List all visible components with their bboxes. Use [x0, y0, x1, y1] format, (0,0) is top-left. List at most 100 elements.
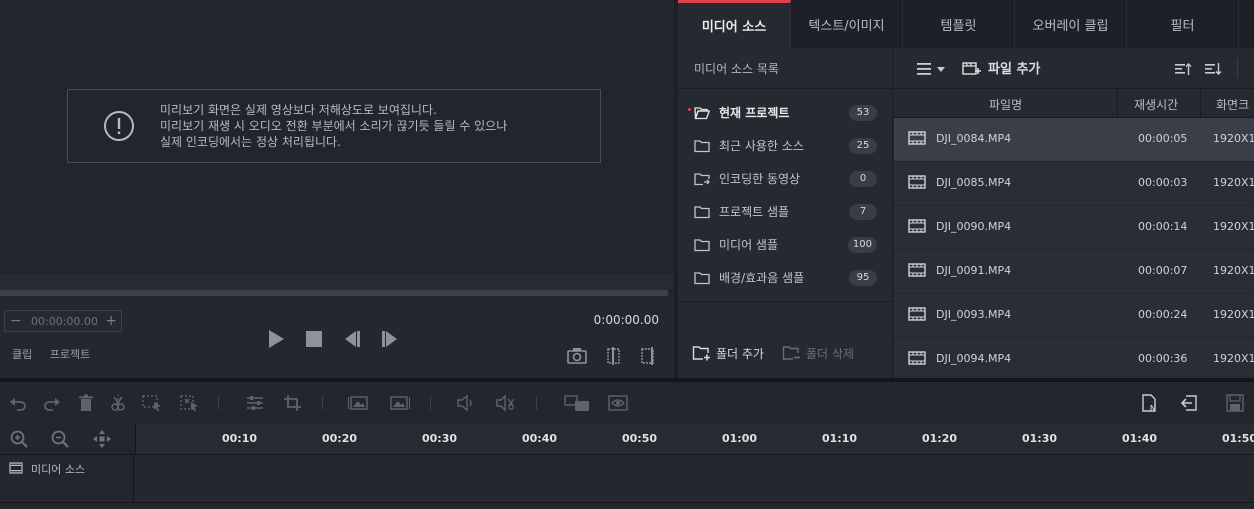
- save-icon[interactable]: [1225, 394, 1245, 412]
- undo-icon[interactable]: [8, 394, 28, 412]
- transition-icon[interactable]: [564, 394, 592, 412]
- track-header[interactable]: 미디어 소스: [0, 455, 134, 503]
- cut-icon[interactable]: [108, 394, 128, 412]
- file-duration: 00:00:05: [1138, 132, 1188, 145]
- camera-icon[interactable]: [566, 346, 588, 366]
- tab-overlay-clip[interactable]: 오버레이 클립: [1015, 0, 1127, 48]
- deselect-icon[interactable]: [180, 394, 200, 412]
- folder-label: 미디어 샘플: [719, 238, 779, 252]
- column-header-filename[interactable]: 파일명: [989, 96, 1022, 113]
- folder-item-project-samples[interactable]: 프로젝트 샘플 7: [678, 195, 893, 228]
- split-left-icon[interactable]: [602, 346, 624, 366]
- folder-item-media-samples[interactable]: 미디어 샘플 100: [678, 228, 893, 261]
- file-resolution: 1920X10: [1213, 308, 1254, 321]
- count-badge: 100: [847, 237, 877, 253]
- table-row[interactable]: DJI_0093.MP4 00:00:24 1920X10: [894, 294, 1254, 338]
- folder-remove-icon: [782, 346, 800, 360]
- redo-icon[interactable]: [42, 394, 62, 412]
- preview-eye-icon[interactable]: [608, 394, 628, 412]
- count-badge: 53: [849, 105, 877, 121]
- tab-project[interactable]: 프로젝트: [50, 348, 90, 361]
- ruler-tick-label: 01:30: [1022, 432, 1058, 445]
- column-divider[interactable]: [1200, 89, 1201, 119]
- column-header-duration[interactable]: 재생시간: [1134, 96, 1178, 113]
- next-frame-icon[interactable]: [380, 329, 400, 349]
- file-resolution: 1920X10: [1213, 176, 1254, 189]
- timecode-stepper[interactable]: − 00:00:00.00 +: [4, 310, 122, 332]
- time-ruler[interactable]: 00:10 00:20 00:30 00:40 00:50 01:00 01:1…: [135, 424, 1254, 454]
- select-region-icon[interactable]: [142, 394, 162, 412]
- split-right-icon[interactable]: [638, 346, 660, 366]
- table-row[interactable]: DJI_0084.MP4 00:00:05 1920X10: [894, 118, 1254, 162]
- previous-frame-icon[interactable]: [342, 329, 362, 349]
- folder-open-icon: [694, 106, 710, 119]
- play-icon[interactable]: [266, 329, 286, 349]
- tab-template[interactable]: 템플릿: [903, 0, 1015, 48]
- folder-item-recent-sources[interactable]: 최근 사용한 소스 25: [678, 129, 893, 162]
- fit-timeline-icon[interactable]: [93, 430, 111, 448]
- insert-image-icon[interactable]: [348, 394, 368, 412]
- trash-icon[interactable]: [76, 394, 96, 412]
- table-row[interactable]: DJI_0091.MP4 00:00:07 1920X10: [894, 250, 1254, 294]
- stop-icon[interactable]: [304, 329, 324, 349]
- timecode-decrement-button[interactable]: −: [10, 313, 22, 329]
- folder-item-current-project[interactable]: 현재 프로젝트 53: [678, 96, 893, 129]
- replace-image-icon[interactable]: [390, 394, 410, 412]
- folder-item-background-sfx-samples[interactable]: 배경/효과음 샘플 95: [678, 261, 893, 294]
- sort-ascending-icon[interactable]: [1174, 61, 1192, 77]
- preview-controls: − 00:00:00.00 + 0:00:00.00 클립 프로젝트: [0, 296, 674, 378]
- preview-strip: [0, 274, 674, 290]
- notice-line: 미리보기 재생 시 오디오 전환 부분에서 소리가 끊기듯 들릴 수 있으나: [160, 119, 508, 133]
- divider: [536, 396, 537, 410]
- open-project-icon[interactable]: [1180, 394, 1200, 412]
- file-name: DJI_0093.MP4: [936, 308, 1012, 321]
- tab-filter[interactable]: 필터: [1127, 0, 1239, 48]
- divider: [218, 396, 219, 410]
- track-lane[interactable]: [135, 455, 1254, 503]
- add-folder-button[interactable]: 폴더 추가: [692, 345, 764, 362]
- table-row[interactable]: DJI_0094.MP4 00:00:36 1920X10: [894, 338, 1254, 382]
- delete-folder-button[interactable]: 폴더 삭제: [782, 345, 854, 362]
- tab-text-image[interactable]: 텍스트/이미지: [791, 0, 903, 48]
- ruler-tick-label: 00:40: [522, 432, 558, 445]
- sort-descending-icon[interactable]: [1204, 61, 1222, 77]
- film-icon: [9, 462, 23, 474]
- count-badge: 25: [849, 138, 877, 154]
- transport-controls: [266, 329, 400, 349]
- file-name: DJI_0084.MP4: [936, 132, 1012, 145]
- column-divider[interactable]: [1117, 89, 1118, 119]
- timecode-value[interactable]: 00:00:00.00: [31, 315, 98, 328]
- folder-actions: 폴더 추가 폴더 삭제: [678, 338, 893, 368]
- notice-line: 미리보기 화면은 실제 영상보다 저해상도로 보여집니다.: [160, 103, 437, 117]
- zoom-controls: [0, 424, 134, 454]
- volume-icon[interactable]: [456, 394, 476, 412]
- column-header-resolution[interactable]: 화면크: [1216, 96, 1249, 113]
- zoom-in-icon[interactable]: [10, 430, 28, 448]
- timecode-increment-button[interactable]: +: [105, 313, 117, 329]
- tab-media-source[interactable]: 미디어 소스: [678, 0, 791, 48]
- crop-icon[interactable]: [283, 394, 303, 412]
- folder-export-icon: [694, 172, 710, 185]
- zoom-out-icon[interactable]: [51, 430, 69, 448]
- table-row[interactable]: DJI_0085.MP4 00:00:03 1920X10: [894, 162, 1254, 206]
- new-project-icon[interactable]: N: [1141, 394, 1161, 412]
- count-badge: 95: [849, 270, 877, 286]
- file-duration: 00:00:07: [1138, 264, 1188, 277]
- folder-item-encoded-videos[interactable]: 인코딩한 동영상 0: [678, 162, 893, 195]
- active-indicator: [688, 108, 691, 111]
- folder-label: 현재 프로젝트: [719, 106, 790, 120]
- folder-label: 인코딩한 동영상: [719, 172, 801, 186]
- file-resolution: 1920X10: [1213, 132, 1254, 145]
- svg-text:N: N: [1150, 404, 1156, 412]
- ruler-tick-label: 01:50: [1222, 432, 1254, 445]
- ruler-tick-label: 00:30: [422, 432, 458, 445]
- file-resolution: 1920X10: [1213, 264, 1254, 277]
- timeline-track-media: 미디어 소스: [0, 454, 1254, 503]
- adjust-icon[interactable]: [245, 394, 265, 412]
- timeline-track[interactable]: [0, 502, 1254, 509]
- view-menu-icon[interactable]: [916, 61, 952, 77]
- audio-cut-icon[interactable]: [496, 394, 516, 412]
- add-file-button[interactable]: 파일 추가: [962, 58, 1040, 77]
- tab-clip[interactable]: 클립: [12, 348, 32, 361]
- table-row[interactable]: DJI_0090.MP4 00:00:14 1920X10: [894, 206, 1254, 250]
